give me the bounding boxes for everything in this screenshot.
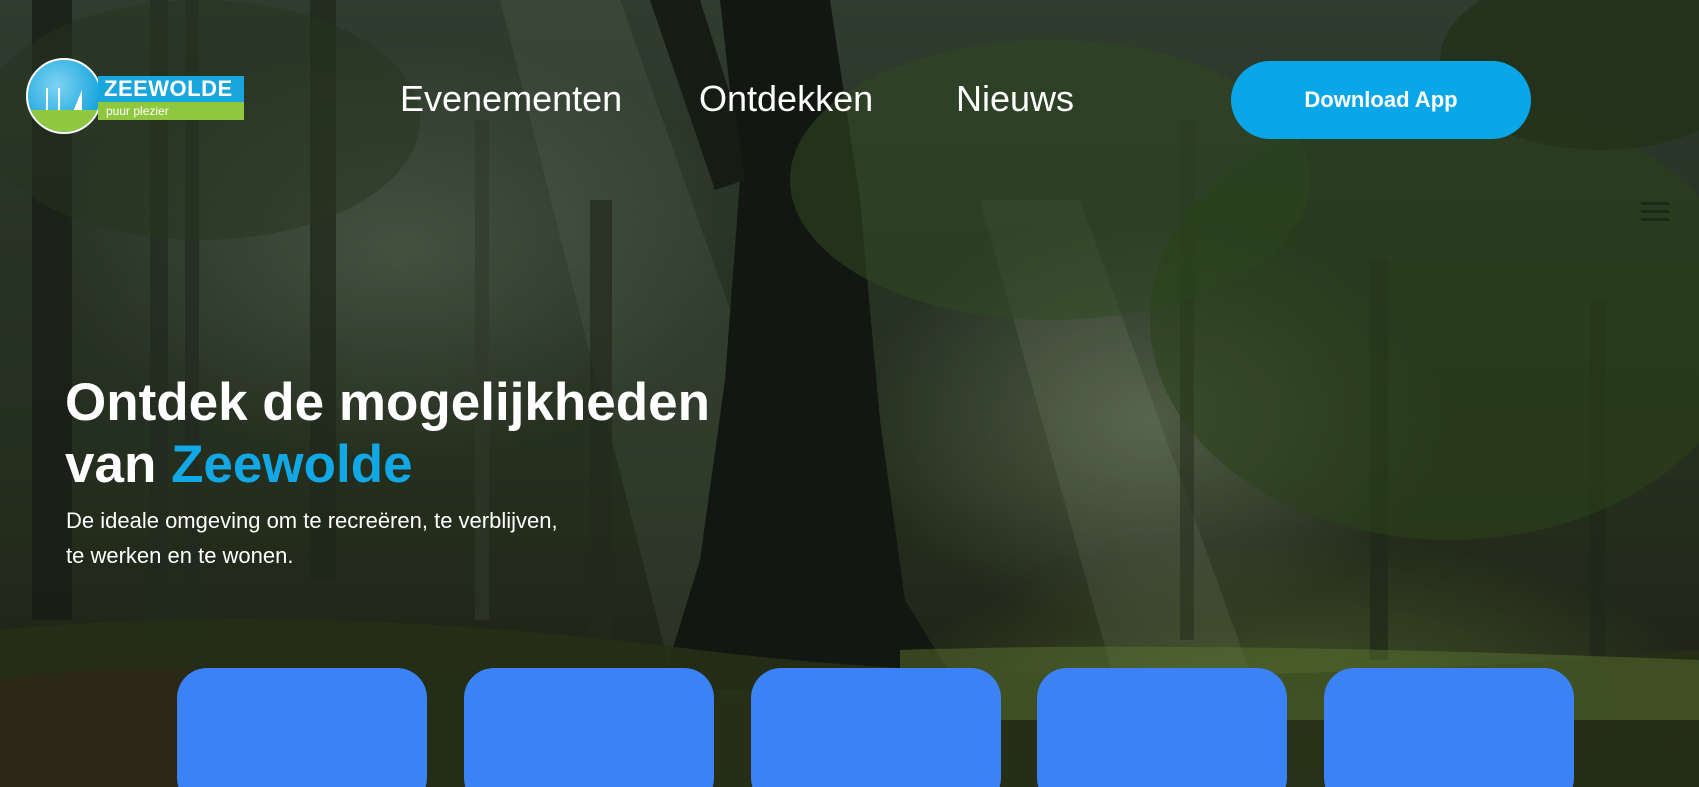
hamburger-menu-icon[interactable] — [1641, 202, 1669, 222]
category-card[interactable] — [464, 668, 714, 787]
category-card[interactable] — [751, 668, 1001, 787]
hero-subtitle-line2: te werken en te wonen. — [66, 543, 294, 568]
hero-title: Ontdek de mogelijkheden van Zeewolde — [65, 372, 825, 496]
zeewolde-logo[interactable]: ZEEWOLDE puur plezier — [26, 58, 244, 138]
logo-name: ZEEWOLDE — [98, 76, 244, 102]
category-card[interactable] — [1324, 668, 1574, 787]
hero-subtitle: De ideale omgeving om te recreëren, te v… — [66, 503, 626, 573]
hero-section: ZEEWOLDE puur plezier Evenementen Ontdek… — [0, 0, 1699, 787]
nav-item-ontdekken[interactable]: Ontdekken — [699, 78, 873, 120]
nav-item-evenementen[interactable]: Evenementen — [400, 78, 622, 120]
hero-title-line1: Ontdek de mogelijkheden — [65, 373, 710, 432]
logo-emblem-icon — [26, 58, 102, 134]
nav-item-nieuws[interactable]: Nieuws — [956, 78, 1074, 120]
hero-subtitle-line1: De ideale omgeving om te recreëren, te v… — [66, 508, 558, 533]
hero-title-line2-prefix: van — [65, 435, 172, 494]
category-card[interactable] — [1037, 668, 1287, 787]
logo-tagline: puur plezier — [98, 102, 244, 120]
download-app-button[interactable]: Download App — [1231, 61, 1531, 139]
hero-title-accent: Zeewolde — [171, 435, 413, 494]
category-card[interactable] — [177, 668, 427, 787]
